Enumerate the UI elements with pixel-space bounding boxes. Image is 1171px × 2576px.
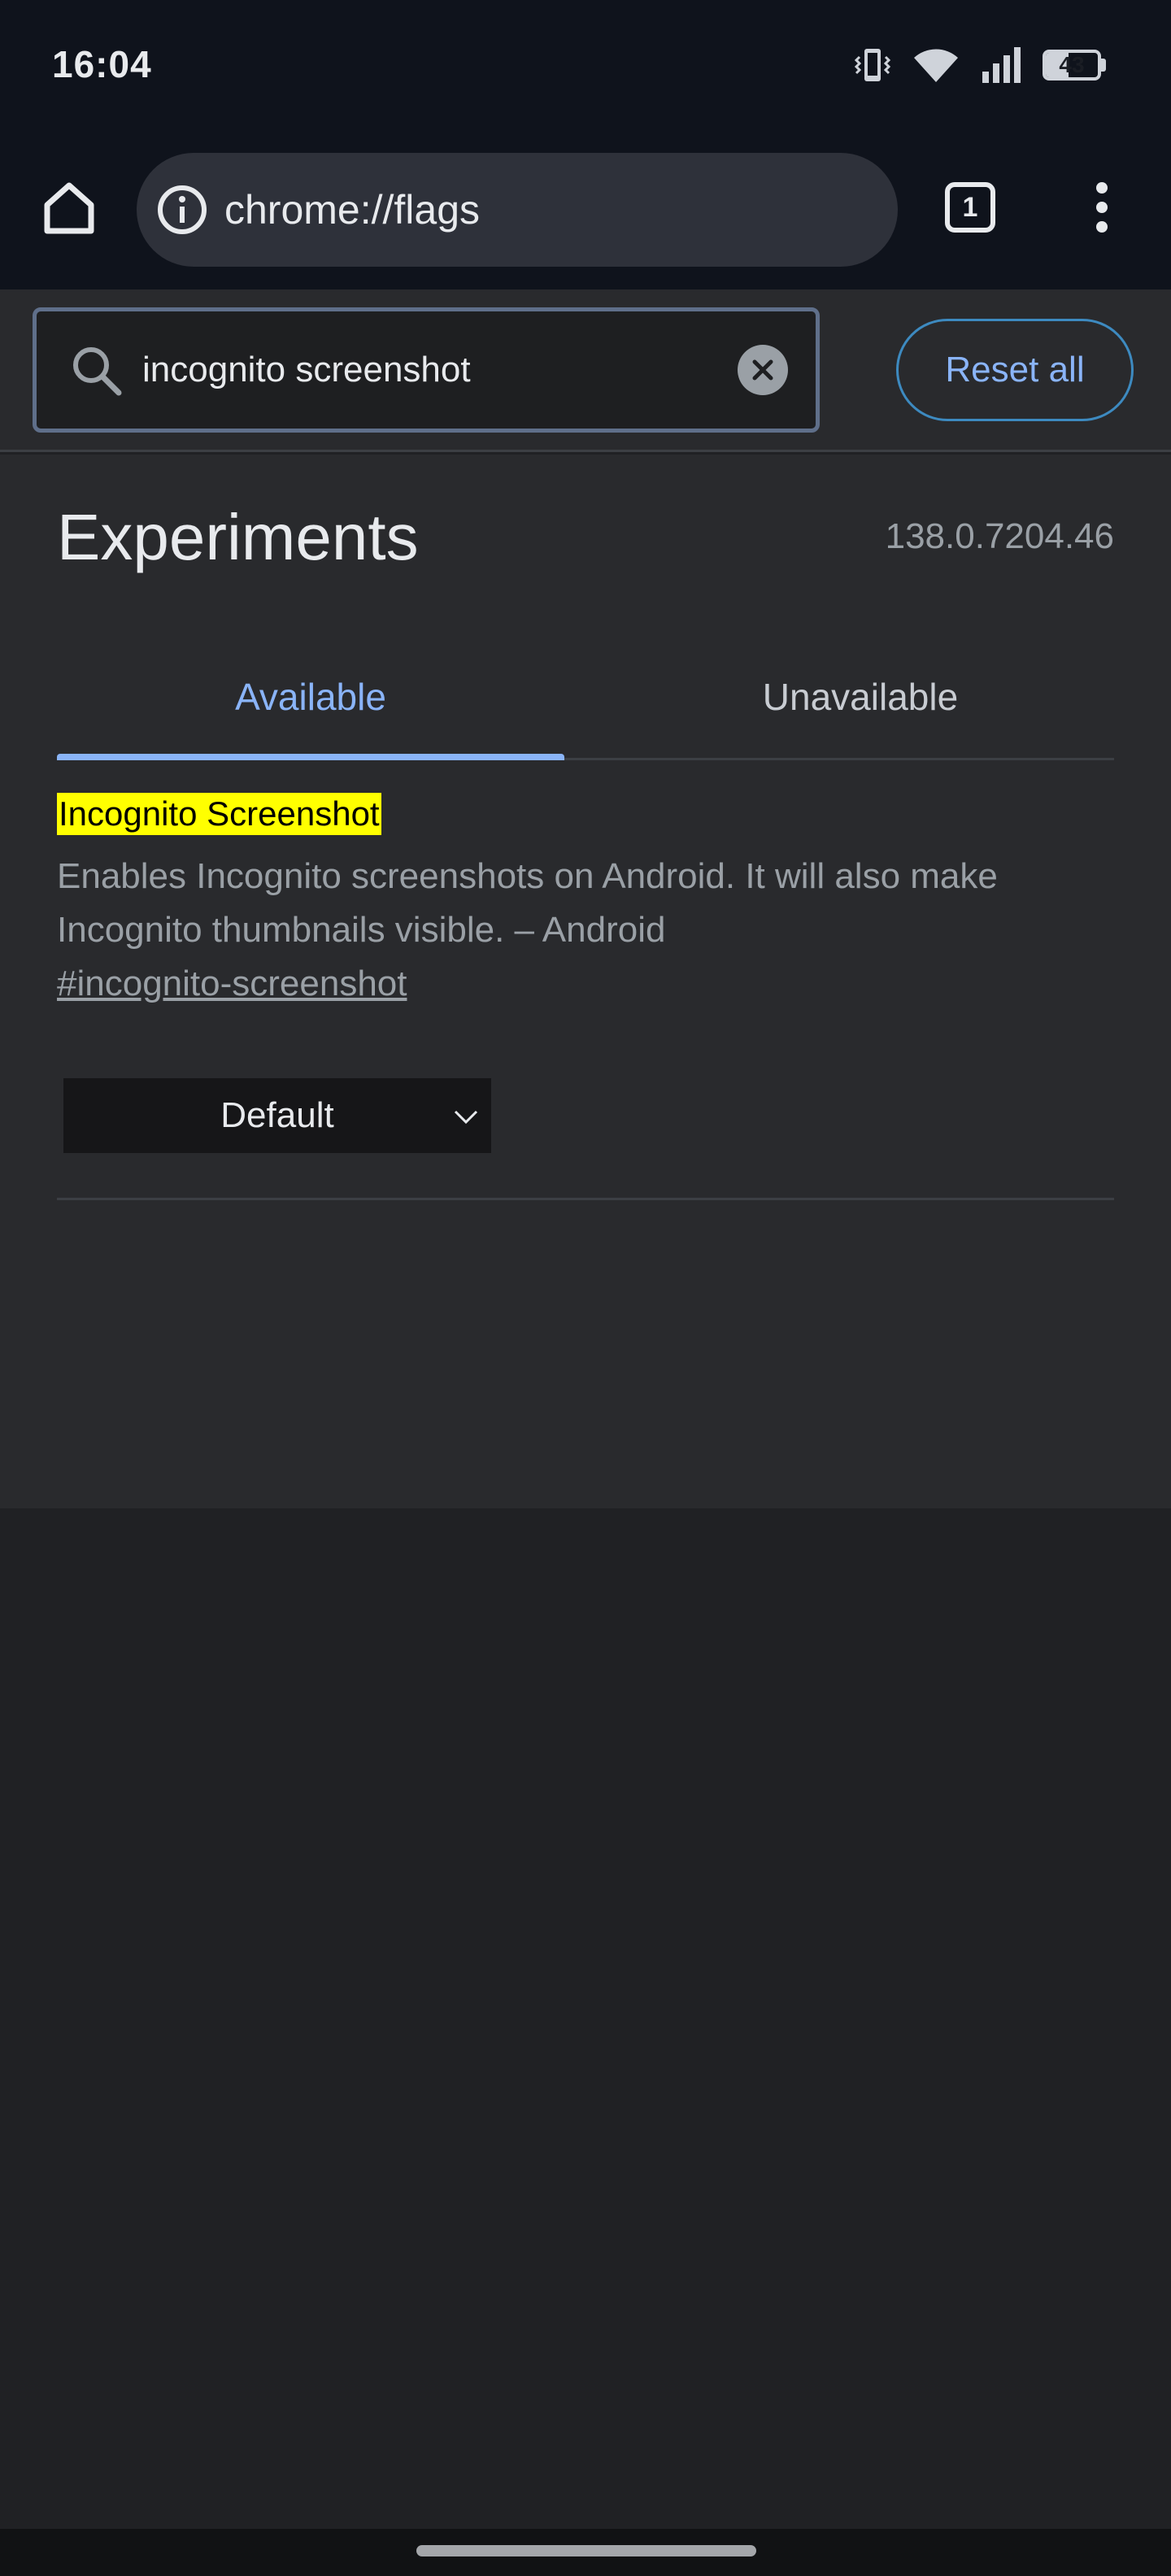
gesture-handle[interactable] — [416, 2545, 756, 2556]
active-tab-indicator — [57, 754, 564, 760]
flag-selected-option: Default — [220, 1095, 334, 1135]
battery-icon: 43 — [1043, 50, 1106, 80]
search-box[interactable] — [33, 307, 820, 433]
info-icon[interactable] — [155, 182, 210, 237]
system-nav-bar — [0, 2529, 1171, 2576]
flag-anchor-link[interactable]: #incognito-screenshot — [57, 964, 407, 1004]
more-vert-icon — [1096, 182, 1108, 233]
signal-icon — [981, 47, 1021, 83]
browser-toolbar: chrome://flags 1 — [0, 130, 1171, 289]
wifi-icon — [912, 46, 960, 84]
tab-available[interactable]: Available — [57, 633, 564, 760]
tab-count: 1 — [945, 182, 995, 233]
reset-all-button[interactable]: Reset all — [896, 319, 1134, 421]
clear-search-button[interactable] — [738, 345, 788, 395]
status-icons: 43 — [854, 41, 1106, 89]
chevron-down-icon — [454, 1110, 478, 1125]
flag-state-select[interactable]: Default — [63, 1078, 491, 1153]
tab-switcher-button[interactable]: 1 — [934, 171, 1007, 244]
tab-bar: Available Unavailable — [57, 633, 1114, 760]
overflow-menu-button[interactable] — [1065, 171, 1138, 244]
vibrate-icon — [854, 46, 891, 85]
home-button[interactable] — [33, 171, 106, 244]
flag-item: Incognito Screenshot Enables Incognito s… — [57, 793, 1114, 1004]
close-icon — [752, 359, 773, 381]
page-title: Experiments — [57, 501, 419, 573]
search-icon — [67, 342, 124, 398]
status-time: 16:04 — [52, 43, 152, 85]
url-text[interactable]: chrome://flags — [224, 186, 480, 233]
flag-description: Enables Incognito screenshots on Android… — [57, 856, 998, 950]
battery-level: 43 — [1059, 52, 1085, 77]
version-label: 138.0.7204.46 — [885, 516, 1114, 556]
home-icon — [44, 182, 94, 234]
tab-unavailable[interactable]: Unavailable — [607, 633, 1114, 760]
flag-divider — [57, 1198, 1114, 1200]
omnibox[interactable]: chrome://flags — [137, 153, 898, 267]
flags-search-header: Reset all — [0, 289, 1171, 452]
status-bar: 16:04 43 — [0, 0, 1171, 130]
flag-title: Incognito Screenshot — [57, 793, 381, 835]
search-input[interactable] — [142, 350, 738, 390]
experiments-panel: Experiments 138.0.7204.46 Available Unav… — [0, 455, 1171, 1508]
